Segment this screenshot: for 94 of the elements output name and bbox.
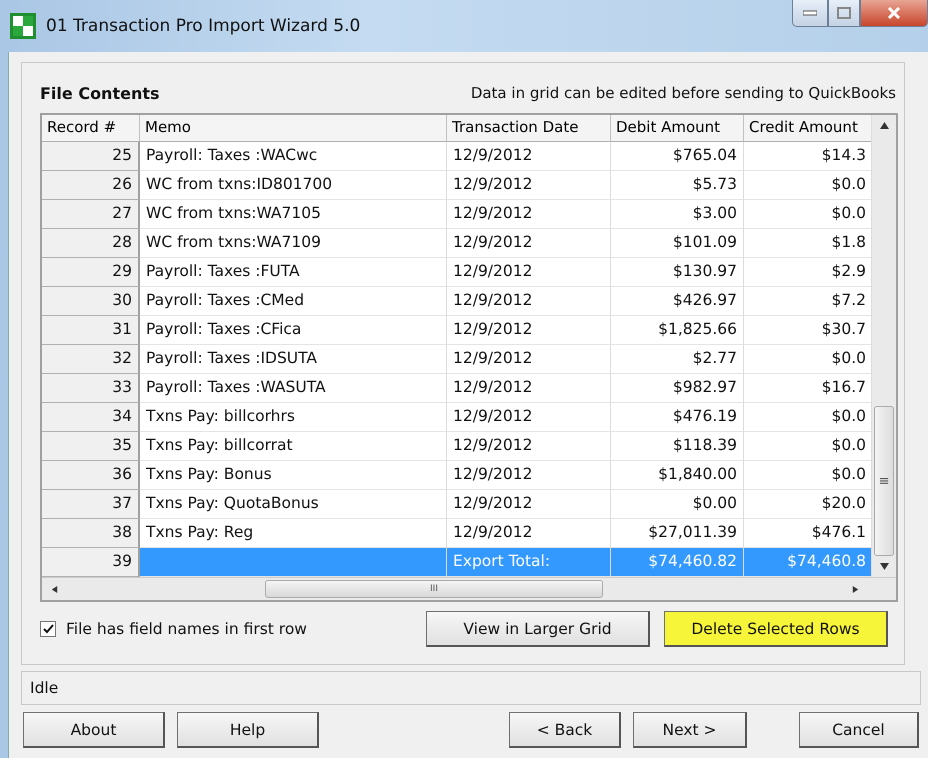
table-cell: $74,460.82 bbox=[611, 548, 744, 577]
table-cell: $1,840.00 bbox=[611, 461, 744, 490]
table-cell: $476.19 bbox=[611, 403, 744, 432]
table-cell: 12/9/2012 bbox=[447, 287, 611, 316]
view-larger-grid-button[interactable]: View in Larger Grid bbox=[426, 611, 650, 647]
status-bar: Idle bbox=[21, 671, 921, 705]
table-cell: $0.00 bbox=[611, 490, 744, 519]
delete-rows-button[interactable]: Delete Selected Rows bbox=[664, 611, 888, 647]
table-cell: $1,825.66 bbox=[611, 316, 744, 345]
table-cell: Payroll: Taxes :CMed bbox=[140, 287, 447, 316]
column-header[interactable]: Transaction Date bbox=[447, 115, 611, 142]
column-header[interactable]: Credit Amount bbox=[744, 115, 872, 142]
table-cell: 12/9/2012 bbox=[447, 258, 611, 287]
table-cell: 12/9/2012 bbox=[447, 432, 611, 461]
row-header[interactable]: 29 bbox=[42, 258, 140, 287]
row-header[interactable]: 37 bbox=[42, 490, 140, 519]
table-cell: Payroll: Taxes :CFica bbox=[140, 316, 447, 345]
table-cell: $765.04 bbox=[611, 142, 744, 171]
scroll-down-icon[interactable] bbox=[880, 563, 889, 570]
wizard-button[interactable]: Next > bbox=[633, 712, 747, 748]
row-header[interactable]: 34 bbox=[42, 403, 140, 432]
row-header[interactable]: 26 bbox=[42, 171, 140, 200]
scroll-thumb[interactable]: ≡ bbox=[874, 406, 894, 556]
table-cell: Txns Pay: QuotaBonus bbox=[140, 490, 447, 519]
column-header[interactable]: Record # bbox=[42, 115, 140, 142]
table-cell: $118.39 bbox=[611, 432, 744, 461]
table-cell: $101.09 bbox=[611, 229, 744, 258]
section-title: File Contents bbox=[40, 84, 160, 102]
table-cell: $27,011.39 bbox=[611, 519, 744, 548]
table-cell: Txns Pay: billcorhrs bbox=[140, 403, 447, 432]
table-cell: 12/9/2012 bbox=[447, 519, 611, 548]
table-cell: Txns Pay: billcorrat bbox=[140, 432, 447, 461]
horizontal-scrollbar[interactable]: III bbox=[42, 577, 896, 600]
row-header[interactable]: 32 bbox=[42, 345, 140, 374]
table-cell: 12/9/2012 bbox=[447, 229, 611, 258]
row-header[interactable]: 33 bbox=[42, 374, 140, 403]
window-title: 01 Transaction Pro Import Wizard 5.0 bbox=[46, 15, 360, 38]
close-button[interactable] bbox=[860, 0, 928, 27]
maximize-button[interactable] bbox=[828, 0, 860, 27]
table-cell: 12/9/2012 bbox=[447, 171, 611, 200]
row-header[interactable]: 30 bbox=[42, 287, 140, 316]
scroll-right-icon[interactable] bbox=[851, 586, 860, 592]
table-cell: 12/9/2012 bbox=[447, 345, 611, 374]
row-header[interactable]: 35 bbox=[42, 432, 140, 461]
table-cell: 12/9/2012 bbox=[447, 142, 611, 171]
table-cell: $130.97 bbox=[611, 258, 744, 287]
table-cell: WC from txns:WA7105 bbox=[140, 200, 447, 229]
row-header[interactable]: 38 bbox=[42, 519, 140, 548]
table-cell: Txns Pay: Reg bbox=[140, 519, 447, 548]
table-cell: WC from txns:WA7109 bbox=[140, 229, 447, 258]
checkbox[interactable] bbox=[40, 621, 56, 637]
table-cell: Payroll: Taxes :IDSUTA bbox=[140, 345, 447, 374]
wizard-button[interactable]: Help bbox=[177, 712, 319, 748]
table-cell: Payroll: Taxes :FUTA bbox=[140, 258, 447, 287]
grid-hint: Data in grid can be edited before sending to QuickBooks bbox=[470, 84, 896, 102]
table-cell: 12/9/2012 bbox=[447, 403, 611, 432]
minimize-button[interactable] bbox=[792, 0, 828, 27]
close-icon bbox=[887, 7, 901, 19]
table-cell: $426.97 bbox=[611, 287, 744, 316]
row-header[interactable]: 25 bbox=[42, 142, 140, 171]
table-cell: 12/9/2012 bbox=[447, 200, 611, 229]
row-header[interactable]: 28 bbox=[42, 229, 140, 258]
table-cell: Txns Pay: Bonus bbox=[140, 461, 447, 490]
wizard-button[interactable]: < Back bbox=[509, 712, 621, 748]
wizard-button[interactable]: About bbox=[23, 712, 165, 748]
table-cell: Payroll: Taxes :WASUTA bbox=[140, 374, 447, 403]
app-icon bbox=[10, 13, 36, 39]
table-cell: Payroll: Taxes :WACwc bbox=[140, 142, 447, 171]
table-cell: $74,460.8 bbox=[744, 548, 872, 577]
table-cell: 12/9/2012 bbox=[447, 490, 611, 519]
scroll-up-icon[interactable] bbox=[880, 122, 889, 129]
table-cell: $2.77 bbox=[611, 345, 744, 374]
row-header[interactable]: 36 bbox=[42, 461, 140, 490]
scroll-thumb[interactable]: III bbox=[265, 580, 603, 598]
wizard-button[interactable]: Cancel bbox=[799, 712, 919, 748]
column-header[interactable]: Memo bbox=[140, 115, 447, 142]
table-cell: 12/9/2012 bbox=[447, 374, 611, 403]
row-header[interactable]: 39 bbox=[42, 548, 140, 577]
table-cell: $982.97 bbox=[611, 374, 744, 403]
minimize-icon bbox=[803, 10, 817, 16]
table-cell: $5.73 bbox=[611, 171, 744, 200]
scroll-left-icon[interactable] bbox=[50, 586, 59, 592]
table-cell: Export Total: bbox=[447, 548, 611, 577]
row-header[interactable]: 27 bbox=[42, 200, 140, 229]
column-header[interactable]: Debit Amount bbox=[611, 115, 744, 142]
maximize-icon bbox=[837, 7, 851, 19]
vertical-scrollbar[interactable]: ≡ bbox=[871, 115, 896, 577]
table-cell: 12/9/2012 bbox=[447, 316, 611, 345]
row-header[interactable]: 31 bbox=[42, 316, 140, 345]
table-cell: 12/9/2012 bbox=[447, 461, 611, 490]
checkbox-label: File has field names in first row bbox=[66, 620, 307, 638]
checkmark-icon bbox=[42, 624, 54, 634]
table-cell: WC from txns:ID801700 bbox=[140, 171, 447, 200]
table-cell: $3.00 bbox=[611, 200, 744, 229]
